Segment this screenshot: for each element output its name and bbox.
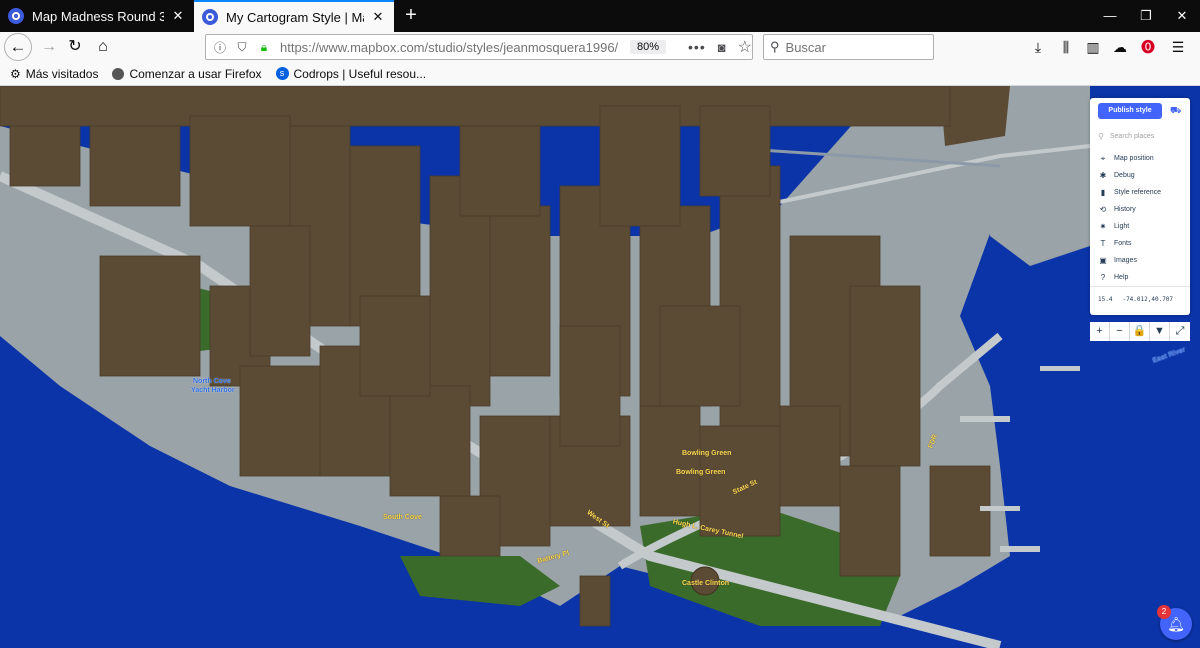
menu-icon[interactable]: ☰: [1166, 35, 1190, 59]
studio-panel: Publish style ⛟ ⚲ Search places ⌖ Map pos…: [1090, 98, 1190, 315]
restore-button[interactable]: ❐: [1128, 0, 1164, 32]
publish-style-button[interactable]: Publish style: [1098, 103, 1162, 119]
codrops-icon: s: [275, 67, 289, 80]
globe-icon: [112, 67, 125, 80]
share-icon[interactable]: ⛟: [1170, 105, 1181, 117]
close-tab-icon[interactable]: ✕: [170, 8, 186, 24]
tracking-shield-icon[interactable]: ⛉: [234, 40, 250, 55]
tab-my-cartogram-style[interactable]: My Cartogram Style | Mapbox ✕: [194, 0, 394, 32]
target-icon: ⌖: [1100, 153, 1106, 163]
map-controls: + − 🔒 ▼ ⤢: [1090, 322, 1190, 341]
close-tab-icon[interactable]: ✕: [370, 9, 386, 25]
menu-item-label: Style reference: [1114, 189, 1162, 196]
map-label-yacht-harbor: Yacht Harbor: [191, 387, 235, 394]
close-window-button[interactable]: ✕: [1164, 0, 1200, 32]
map-label-bowling-green-2: Bowling Green: [676, 469, 726, 476]
font-icon: T: [1100, 239, 1106, 248]
menu-item-label: History: [1114, 206, 1136, 213]
bookmarks-bar: ⚙ Más visitados Comenzar a usar Firefox …: [0, 62, 1200, 86]
menu-item-fonts[interactable]: T Fonts: [1098, 235, 1186, 252]
search-box[interactable]: ⚲: [763, 34, 934, 60]
new-tab-button[interactable]: +: [398, 2, 424, 28]
tab-bar: Map Madness Round 3 – Points ✕ My Cartog…: [0, 0, 1200, 32]
tab-title: Map Madness Round 3 – Points: [32, 8, 164, 24]
map-label-north-cove: North Cove: [193, 378, 231, 385]
bookmark-getting-started[interactable]: Comenzar a usar Firefox: [112, 66, 262, 81]
tab-map-madness[interactable]: Map Madness Round 3 – Points ✕: [0, 0, 194, 32]
menu-item-label: Fonts: [1114, 240, 1132, 247]
zoom-level: 15.4: [1098, 296, 1113, 303]
menu-item-style-reference[interactable]: ▮ Style reference: [1098, 184, 1186, 201]
bookmark-label: Comenzar a usar Firefox: [129, 66, 262, 81]
menu-item-images[interactable]: ▣ Images: [1098, 252, 1186, 269]
place-search-placeholder[interactable]: Search places: [1110, 133, 1154, 140]
zoom-out-button[interactable]: −: [1110, 322, 1130, 341]
coordinates: -74.012,40.707: [1122, 296, 1174, 303]
lock-icon[interactable]: 🔒︎: [256, 40, 272, 55]
address-bar[interactable]: ⓘ ⛉ 🔒︎ https://www.mapbox.com/studio/sty…: [205, 34, 753, 60]
library-icon[interactable]: ⫼: [1054, 35, 1078, 59]
help-icon: ?: [1100, 273, 1106, 282]
menu-item-label: Images: [1114, 257, 1137, 264]
map-3d-render: [0, 86, 1091, 648]
url-text[interactable]: https://www.mapbox.com/studio/styles/jea…: [280, 40, 620, 55]
page-actions-icon[interactable]: •••: [688, 39, 706, 55]
mapbox-favicon-icon: [202, 9, 218, 25]
notifications-button[interactable]: 🔔︎ 2: [1157, 605, 1192, 640]
map-canvas[interactable]: North Cove Yacht Harbor South Cove Bowli…: [0, 86, 1200, 648]
menu-item-debug[interactable]: ✱ Debug: [1098, 167, 1186, 184]
book-icon: ▮: [1100, 188, 1106, 197]
sun-icon: ✷: [1099, 222, 1107, 231]
bell-icon: 🔔︎: [1167, 616, 1185, 632]
downloads-icon[interactable]: ⤓: [1026, 35, 1050, 59]
bookmark-most-visited[interactable]: ⚙ Más visitados: [10, 67, 98, 81]
notification-count-badge: 2: [1157, 605, 1171, 619]
menu-item-label: Help: [1114, 274, 1129, 281]
bookmark-label: Más visitados: [25, 66, 99, 81]
sidebar-icon[interactable]: ▥: [1081, 35, 1105, 59]
zoom-coordinates-readout: 15.4 -74.012,40.707: [1098, 296, 1173, 303]
tab-title: My Cartogram Style | Mapbox: [226, 9, 364, 25]
panel-divider: [1090, 286, 1190, 287]
bookmark-label: Codrops | Useful resou...: [293, 66, 427, 81]
image-icon: ▣: [1099, 256, 1107, 265]
studio-menu: ⌖ Map position ✱ Debug ▮ Style reference ⟲ H…: [1098, 150, 1186, 286]
bookmark-star-icon[interactable]: ☆: [738, 37, 752, 57]
menu-item-label: Light: [1114, 223, 1130, 230]
zoom-in-button[interactable]: +: [1090, 322, 1110, 341]
mapbox-favicon-icon: [8, 8, 24, 24]
minimize-button[interactable]: —: [1092, 0, 1128, 32]
map-label-castle-clinton: Castle Clinton: [682, 580, 730, 587]
gear-icon: ⚙: [10, 66, 21, 81]
history-icon: ⟲: [1099, 205, 1107, 214]
navigation-bar: ← → ↻ ⌂ ⓘ ⛉ 🔒︎ https://www.mapbox.com/st…: [0, 32, 1200, 62]
extension-red-icon[interactable]: ⓿: [1136, 35, 1160, 59]
menu-item-label: Map position: [1114, 155, 1154, 162]
menu-item-map-position[interactable]: ⌖ Map position: [1098, 150, 1186, 167]
zoom-level-badge[interactable]: 80%: [630, 40, 667, 54]
fullscreen-icon[interactable]: ⤢: [1170, 322, 1190, 341]
menu-item-light[interactable]: ✷ Light: [1098, 218, 1186, 235]
search-icon: ⚲: [770, 39, 780, 54]
home-button[interactable]: ⌂: [90, 35, 116, 59]
lock-icon[interactable]: 🔒: [1130, 322, 1150, 341]
search-icon: ⚲: [1098, 131, 1104, 141]
menu-item-help[interactable]: ? Help: [1098, 269, 1186, 286]
pocket-icon[interactable]: ◙: [718, 40, 726, 55]
place-search[interactable]: ⚲ Search places: [1098, 129, 1184, 143]
bookmark-codrops[interactable]: s Codrops | Useful resou...: [275, 66, 427, 81]
menu-item-label: Debug: [1114, 172, 1135, 179]
compass-icon[interactable]: ▼: [1150, 322, 1170, 341]
info-icon[interactable]: ⓘ: [212, 39, 228, 56]
back-button[interactable]: ←: [4, 33, 32, 61]
map-label-south-cove: South Cove: [383, 514, 422, 521]
map-label-bowling-green: Bowling Green: [682, 450, 732, 457]
extension-icon[interactable]: ☁: [1108, 35, 1132, 59]
search-input[interactable]: [785, 39, 916, 55]
reload-button[interactable]: ↻: [62, 35, 88, 59]
forward-button[interactable]: →: [36, 35, 62, 59]
bug-icon: ✱: [1099, 171, 1107, 180]
menu-item-history[interactable]: ⟲ History: [1098, 201, 1186, 218]
